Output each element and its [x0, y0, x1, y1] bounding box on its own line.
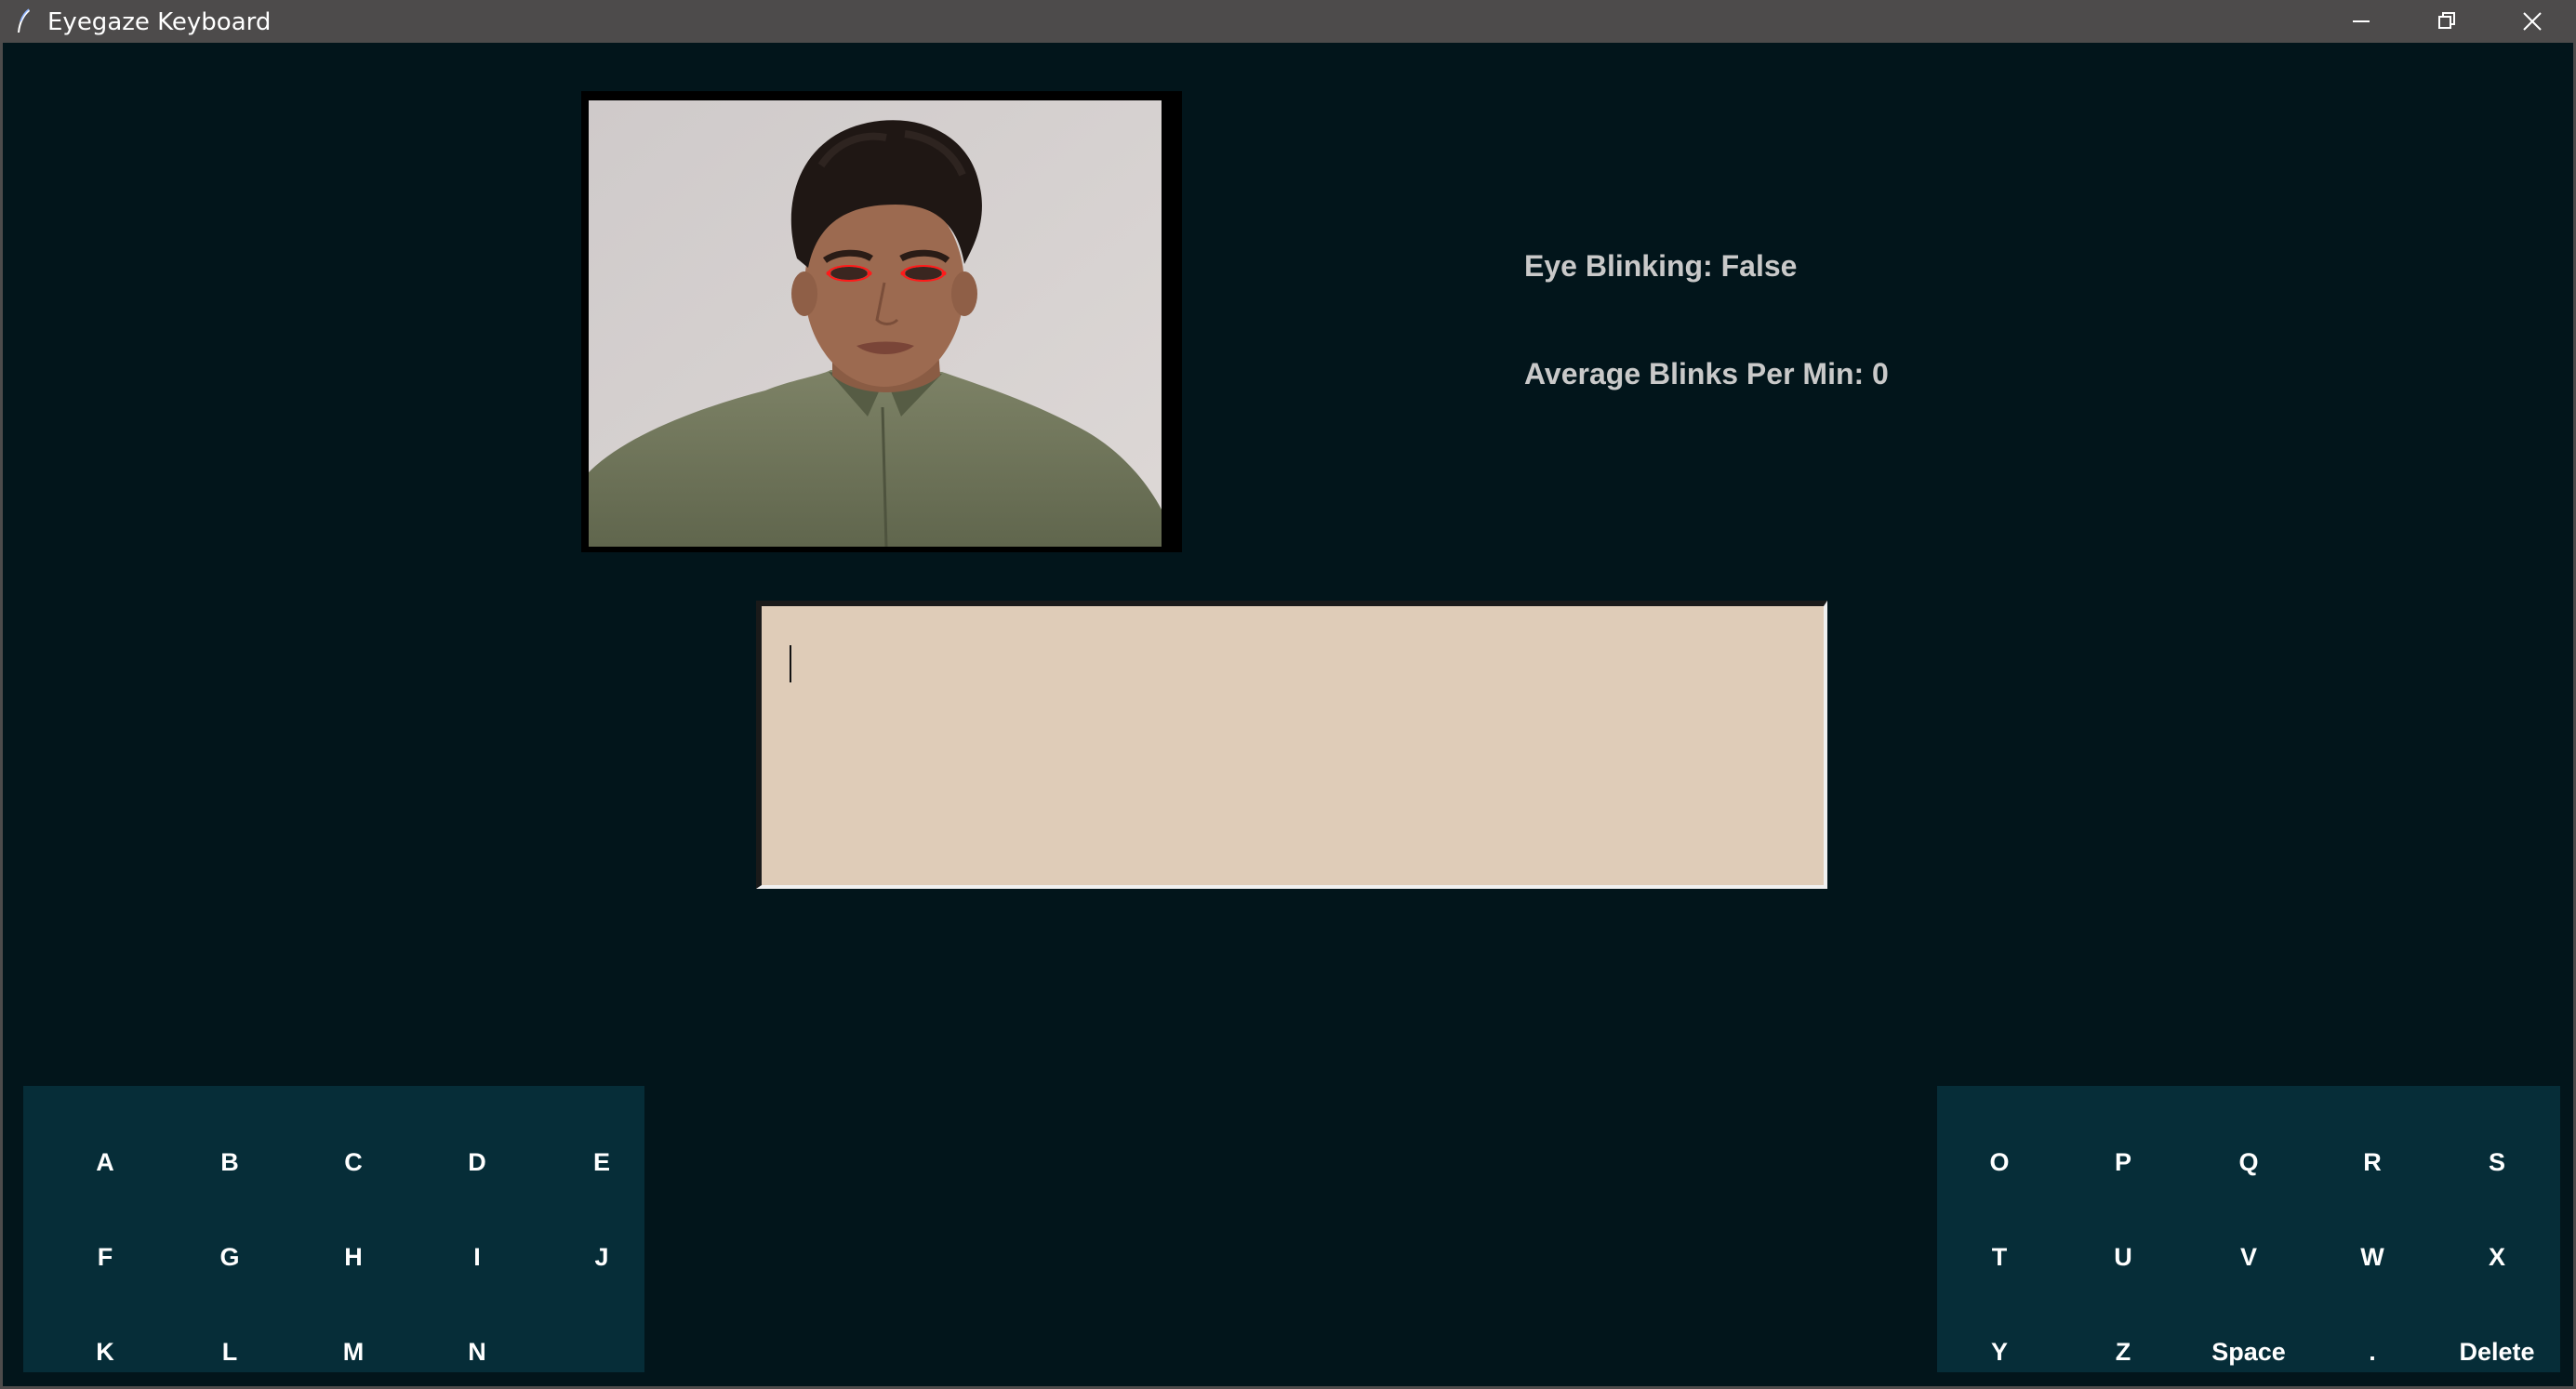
key-g[interactable]: G — [174, 1229, 285, 1285]
key-p[interactable]: P — [2067, 1134, 2179, 1190]
key-s[interactable]: S — [2441, 1134, 2553, 1190]
average-blinks-status: Average Blinks Per Min: 0 — [1524, 357, 1889, 390]
title-bar[interactable]: Eyegaze Keyboard — [3, 0, 2576, 43]
key-v[interactable]: V — [2193, 1229, 2304, 1285]
key-h[interactable]: H — [298, 1229, 409, 1285]
eye-blinking-status: Eye Blinking: False — [1524, 249, 1798, 283]
key-w[interactable]: W — [2317, 1229, 2428, 1285]
close-button[interactable] — [2490, 0, 2575, 43]
key-t[interactable]: T — [1944, 1229, 2055, 1285]
restore-button[interactable] — [2404, 0, 2490, 43]
camera-frame — [581, 91, 1182, 552]
left-keypad: A B C D E F G H I J K L M N — [23, 1086, 644, 1372]
webcam-image — [589, 100, 1162, 547]
key-z[interactable]: Z — [2067, 1324, 2179, 1380]
webcam-feed — [589, 100, 1162, 547]
key-a[interactable]: A — [49, 1134, 161, 1190]
key-m[interactable]: M — [298, 1324, 409, 1380]
key-f[interactable]: F — [49, 1229, 161, 1285]
close-icon — [2523, 12, 2542, 31]
right-keypad: O P Q R S T U V W X Y Z Space . Delete — [1937, 1086, 2560, 1372]
window-title: Eyegaze Keyboard — [47, 8, 272, 36]
key-c[interactable]: C — [298, 1134, 409, 1190]
key-x[interactable]: X — [2441, 1229, 2553, 1285]
key-period[interactable]: . — [2317, 1324, 2428, 1380]
key-d[interactable]: D — [421, 1134, 533, 1190]
key-n[interactable]: N — [421, 1324, 533, 1380]
feather-icon — [18, 8, 30, 33]
key-j[interactable]: J — [546, 1229, 657, 1285]
text-caret — [790, 645, 791, 682]
key-l[interactable]: L — [174, 1324, 285, 1380]
key-space[interactable]: Space — [2193, 1324, 2304, 1380]
key-delete[interactable]: Delete — [2441, 1324, 2553, 1380]
key-o[interactable]: O — [1944, 1134, 2055, 1190]
restore-icon — [2438, 12, 2455, 29]
key-q[interactable]: Q — [2193, 1134, 2304, 1190]
minimize-icon — [2353, 20, 2370, 22]
key-k[interactable]: K — [49, 1324, 161, 1380]
app-window: Eyegaze Keyboard Eye Blinking: False Ave… — [0, 0, 2576, 1389]
key-b[interactable]: B — [174, 1134, 285, 1190]
key-i[interactable]: I — [421, 1229, 533, 1285]
key-e[interactable]: E — [546, 1134, 657, 1190]
key-r[interactable]: R — [2317, 1134, 2428, 1190]
minimize-button[interactable] — [2318, 0, 2404, 43]
key-u[interactable]: U — [2067, 1229, 2179, 1285]
key-y[interactable]: Y — [1944, 1324, 2055, 1380]
typed-text-area[interactable] — [756, 601, 1827, 889]
